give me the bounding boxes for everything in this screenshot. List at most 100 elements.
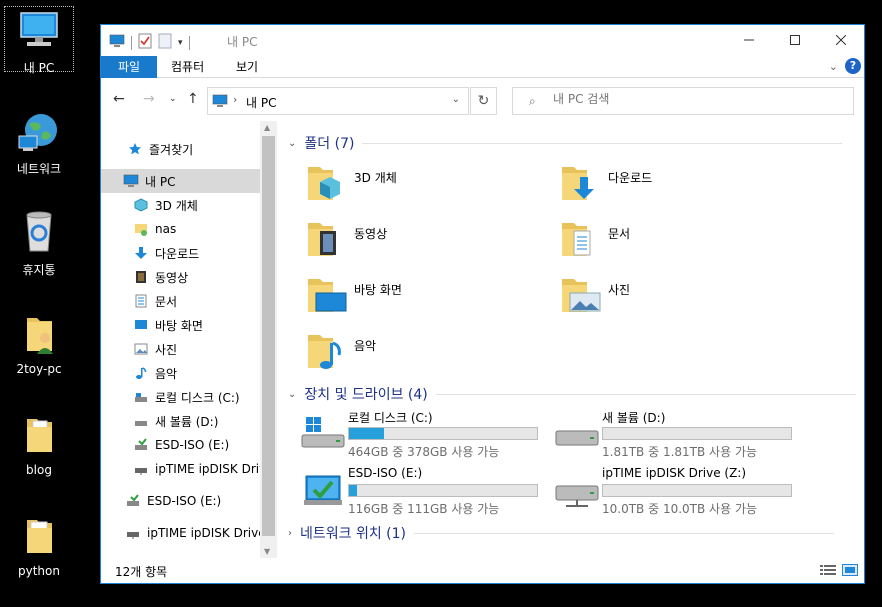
folder-name: 사진 [608,283,631,297]
sidebar-item-pictures[interactable]: 사진 [101,337,277,361]
up-arrow-icon[interactable]: ↑ [187,91,199,107]
music-icon [308,335,341,369]
drive-item-e[interactable]: ESD-ISO (E:) 116GB 중 111GB 사용 가능 [300,466,550,516]
drive-usage-fill [349,428,384,439]
drive-icon [133,413,149,429]
sidebar-item-local-disk-c[interactable]: 로컬 디스크 (C:) [101,385,277,409]
sidebar-item-nas[interactable]: nas [101,217,277,241]
usb-drive-icon [133,437,149,453]
address-dropdown-icon[interactable]: ⌄ [452,94,460,105]
network-folder-icon [133,221,149,237]
sidebar-item-iptime-drive[interactable]: ipTIME ipDISK Drive [101,457,277,481]
sidebar-item-3d-objects[interactable]: 3D 개체 [101,193,277,217]
drive-free-space: 1.81TB 중 1.81TB 사용 가능 [602,445,758,459]
desktop-icon-blog[interactable]: blog [4,411,74,477]
sidebar-scrollbar[interactable]: ▲ ▼ [260,121,277,558]
breadcrumb-separator-icon[interactable]: › [233,93,237,106]
sidebar-item-label: nas [155,222,177,236]
address-bar[interactable]: › 내 PC ⌄ [207,87,469,115]
drive-item-c[interactable]: 로컬 디스크 (C:) 464GB 중 378GB 사용 가능 [300,409,550,459]
back-arrow-icon[interactable]: ← [113,91,125,107]
sidebar-item-label: 즐겨찾기 [149,142,194,157]
sidebar-item-esd-iso-e-root[interactable]: ESD-ISO (E:) [101,489,277,513]
pc-icon [15,9,63,53]
sidebar-item-documents[interactable]: 문서 [101,289,277,313]
tab-computer[interactable]: 컴퓨터 [159,56,216,78]
group-header-folders[interactable]: ⌄ 폴더 (7) [288,133,843,153]
folder-item[interactable]: 문서 [560,217,800,269]
group-header-label: 폴더 (7) [304,136,355,152]
usb-drive-icon [125,493,141,509]
refresh-button[interactable]: ↻ [470,87,497,115]
sidebar-item-esd-iso-e[interactable]: ESD-ISO (E:) [101,433,277,457]
scrollbar-thumb[interactable] [262,136,275,536]
sidebar-item-iptime-drive-root[interactable]: ipTIME ipDISK Drive ( [101,521,277,545]
tab-view[interactable]: 보기 [224,56,270,78]
collapse-chevron-icon[interactable]: ⌄ [288,138,296,149]
item-count: 12개 항목 [115,565,168,579]
breadcrumb-item[interactable]: 내 PC [246,94,276,111]
drive-free-space: 464GB 중 378GB 사용 가능 [348,445,500,459]
details-view-icon[interactable] [820,564,836,579]
navigation-pane: 즐겨찾기 내 PC 3D 개체 nas 다운로드 동영상 문서 바탕 화면 사진… [101,121,277,558]
sidebar-item-my-pc[interactable]: 내 PC [101,169,260,193]
divider [362,142,843,144]
tab-file[interactable]: 파일 [101,56,157,78]
group-header-label: 장치 및 드라이브 (4) [304,387,428,403]
sidebar-item-label: 문서 [155,294,178,309]
folder-item[interactable]: 바탕 화면 [306,273,546,325]
divider [435,393,856,395]
desktop-icon-2toy-pc[interactable]: 2toy-pc [4,310,74,376]
group-header-network[interactable]: › 네트워크 위치 (1) [288,523,835,543]
ribbon-tabs: 파일 컴퓨터 보기 ⌄ ? [101,56,864,78]
star-icon [127,141,143,157]
desktop-icon-python[interactable]: python [4,512,74,578]
status-bar: 12개 항목 [101,557,864,583]
sidebar-item-downloads[interactable]: 다운로드 [101,241,277,265]
drive-item-d[interactable]: 새 볼륨 (D:) 1.81TB 중 1.81TB 사용 가능 [554,409,804,459]
folder-item[interactable]: 다운로드 [560,161,800,213]
new-folder-icon[interactable] [158,33,172,52]
title-bar: ▾ 내 PC [101,25,864,56]
recent-locations-chevron-icon[interactable]: ⌄ [169,94,177,104]
group-header-drives[interactable]: ⌄ 장치 및 드라이브 (4) [288,384,856,404]
sidebar-item-label: 사진 [155,342,178,357]
folder-item[interactable]: 사진 [560,273,800,325]
desktop-icon-label: 휴지통 [22,263,56,277]
drive-item-z[interactable]: ipTIME ipDISK Drive (Z:) 10.0TB 중 10.0TB… [554,466,804,516]
search-box[interactable]: ⌕ [512,87,854,115]
customize-dropdown-icon[interactable]: ▾ [178,38,183,48]
pc-icon [212,94,228,111]
minimize-button[interactable] [726,25,772,55]
drive-free-space: 10.0TB 중 10.0TB 사용 가능 [602,502,758,516]
collapse-chevron-icon[interactable]: ⌄ [288,389,296,400]
sidebar-item-new-volume-d[interactable]: 새 볼륨 (D:) [101,409,277,433]
maximize-button[interactable] [772,25,818,55]
folder-item[interactable]: 동영상 [306,217,546,269]
close-button[interactable] [818,25,864,55]
sidebar-item-quick-access[interactable]: 즐겨찾기 [101,137,277,161]
download-icon [562,167,594,200]
search-input[interactable] [553,92,833,106]
sidebar-item-videos[interactable]: 동영상 [101,265,277,289]
film-icon [308,223,336,256]
sidebar-item-label: 동영상 [155,270,189,285]
folder-item[interactable]: 음악 [306,329,546,381]
sidebar-item-music[interactable]: 음악 [101,361,277,385]
sidebar-item-desktop[interactable]: 바탕 화면 [101,313,277,337]
expand-chevron-icon[interactable]: › [288,528,292,539]
forward-arrow-icon[interactable]: → [143,91,155,107]
desktop-icon-network[interactable]: 네트워크 [4,108,74,176]
folder-item[interactable]: 3D 개체 [306,161,546,213]
scroll-down-icon[interactable]: ▼ [264,547,270,556]
large-icons-view-icon[interactable] [842,564,858,579]
drive-name: ESD-ISO (E:) [348,466,423,480]
desktop-icon-my-pc[interactable]: 내 PC [4,6,74,75]
expand-ribbon-icon[interactable]: ⌄ [829,60,838,73]
user-folder-icon [15,312,63,356]
help-icon[interactable]: ? [845,58,861,74]
properties-icon[interactable] [138,33,152,52]
drive-icon [555,430,599,446]
desktop-icon-recycle-bin[interactable]: 휴지통 [4,209,74,277]
scroll-up-icon[interactable]: ▲ [264,123,270,132]
